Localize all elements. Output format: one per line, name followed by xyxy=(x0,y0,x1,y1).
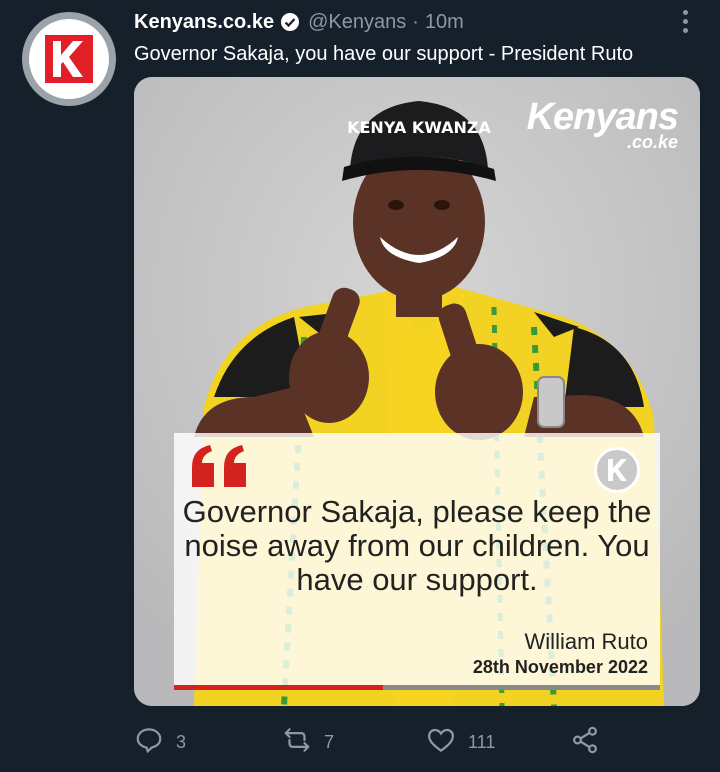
timestamp[interactable]: 10m xyxy=(425,11,464,34)
reply-icon xyxy=(134,725,164,760)
tweet-media[interactable]: KENYA KWANZA Kenyans .co.ke Governor Sak… xyxy=(134,77,700,706)
quote-marks-icon xyxy=(188,443,252,494)
like-icon xyxy=(426,725,456,760)
reply-button[interactable]: 3 xyxy=(134,722,186,762)
share-icon xyxy=(570,725,600,760)
quote-date: 28th November 2022 xyxy=(472,657,648,677)
quote-author: William Ruto xyxy=(524,629,648,654)
brand-main-text: Kenyans xyxy=(526,96,679,138)
reply-count: 3 xyxy=(176,731,187,752)
progress-fill xyxy=(174,685,383,690)
like-count: 111 xyxy=(468,731,496,752)
verified-badge-icon xyxy=(280,12,300,32)
retweet-icon xyxy=(282,725,312,760)
avatar[interactable] xyxy=(22,12,116,106)
share-button[interactable] xyxy=(570,722,600,762)
retweet-button[interactable]: 7 xyxy=(282,722,334,762)
quote-card: Governor Sakaja, please keep the noise a… xyxy=(174,433,660,685)
avatar-logo xyxy=(29,19,109,99)
separator-dot: · xyxy=(412,10,419,33)
tweet-actions: 3 7 111 xyxy=(134,722,614,762)
handle[interactable]: @Kenyans xyxy=(308,11,406,34)
tweet-header: Kenyans.co.ke @Kenyans · 10m Governor Sa… xyxy=(134,6,680,68)
k-logo-icon xyxy=(594,447,640,493)
like-button[interactable]: 111 xyxy=(426,722,495,762)
brand-watermark: Kenyans .co.ke xyxy=(526,96,679,151)
retweet-count: 7 xyxy=(324,731,335,752)
progress-bar xyxy=(174,685,660,690)
quote-text: Governor Sakaja, please keep the noise a… xyxy=(182,494,652,597)
cap-text: KENYA KWANZA xyxy=(347,118,491,137)
more-options-icon[interactable] xyxy=(680,10,690,33)
tweet-text: Governor Sakaja, you have our support - … xyxy=(134,43,634,65)
display-name[interactable]: Kenyans.co.ke xyxy=(134,11,274,34)
